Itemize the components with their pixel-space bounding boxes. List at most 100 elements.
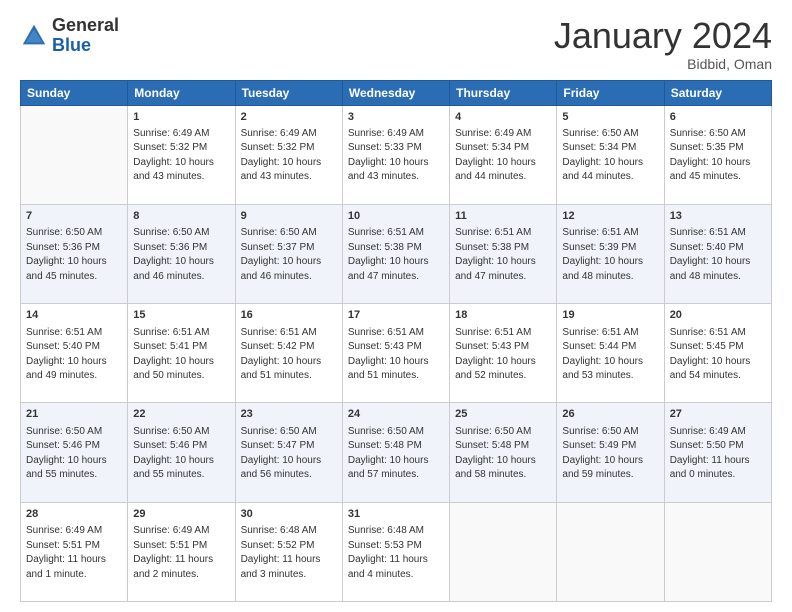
day-info: Sunrise: 6:50 AM Sunset: 5:48 PM Dayligh… — [348, 425, 444, 483]
calendar-table: SundayMondayTuesdayWednesdayThursdayFrid… — [20, 80, 772, 602]
day-cell: 31Sunrise: 6:48 AM Sunset: 5:53 PM Dayli… — [342, 502, 449, 601]
day-number: 23 — [241, 407, 337, 422]
day-cell: 12 Sunrise: 6:51 AM Sunset: 5:39 PM Dayli… — [557, 204, 664, 303]
day-number: 30 — [241, 507, 337, 522]
col-header-thursday: Thursday — [450, 80, 557, 105]
day-cell: 9 Sunrise: 6:50 AM Sunset: 5:37 PM Daylig… — [235, 204, 342, 303]
day-info: Sunrise: 6:49 AM Sunset: 5:32 PM Dayligh… — [133, 127, 229, 185]
day-info: Sunrise: 6:48 AM Sunset: 5:52 PM Dayligh… — [241, 524, 337, 582]
day-cell: 10Sunrise: 6:51 AM Sunset: 5:38 PM Dayli… — [342, 204, 449, 303]
day-cell: 19 Sunrise: 6:51 AM Sunset: 5:44 PM Dayli… — [557, 304, 664, 403]
day-cell: 14 Sunrise: 6:51 AM Sunset: 5:40 PM Dayli… — [21, 304, 128, 403]
day-info: Sunrise: 6:51 AM Sunset: 5:40 PM Dayligh… — [670, 226, 766, 284]
day-cell: 16 Sunrise: 6:51 AM Sunset: 5:42 PM Dayli… — [235, 304, 342, 403]
day-info: Sunrise: 6:51 AM Sunset: 5:41 PM Dayligh… — [133, 326, 229, 384]
day-number: 7 — [26, 209, 122, 224]
day-number: 24 — [348, 407, 444, 422]
day-number: 11 — [455, 209, 551, 224]
day-info: Sunrise: 6:50 AM Sunset: 5:47 PM Dayligh… — [241, 425, 337, 483]
day-cell: 8Sunrise: 6:50 AM Sunset: 5:36 PM Daylig… — [128, 204, 235, 303]
day-info: Sunrise: 6:51 AM Sunset: 5:42 PM Dayligh… — [241, 326, 337, 384]
week-row-1: 1 Sunrise: 6:49 AM Sunset: 5:32 PM Daylig… — [21, 105, 772, 204]
day-number: 20 — [670, 308, 766, 323]
day-number: 10 — [348, 209, 444, 224]
day-cell: 20Sunrise: 6:51 AM Sunset: 5:45 PM Dayli… — [664, 304, 771, 403]
day-cell: 23 Sunrise: 6:50 AM Sunset: 5:47 PM Dayli… — [235, 403, 342, 502]
week-row-2: 7 Sunrise: 6:50 AM Sunset: 5:36 PM Daylig… — [21, 204, 772, 303]
day-info: Sunrise: 6:50 AM Sunset: 5:36 PM Dayligh… — [133, 226, 229, 284]
day-cell: 27 Sunrise: 6:49 AM Sunset: 5:50 PM Dayli… — [664, 403, 771, 502]
day-number: 3 — [348, 110, 444, 125]
day-cell: 22 Sunrise: 6:50 AM Sunset: 5:46 PM Dayli… — [128, 403, 235, 502]
col-header-friday: Friday — [557, 80, 664, 105]
col-header-monday: Monday — [128, 80, 235, 105]
day-number: 25 — [455, 407, 551, 422]
page: General Blue January 2024 Bidbid, Oman S… — [0, 0, 792, 612]
day-info: Sunrise: 6:49 AM Sunset: 5:50 PM Dayligh… — [670, 425, 766, 483]
day-cell — [21, 105, 128, 204]
day-number: 2 — [241, 110, 337, 125]
day-number: 18 — [455, 308, 551, 323]
day-number: 28 — [26, 507, 122, 522]
day-info: Sunrise: 6:51 AM Sunset: 5:43 PM Dayligh… — [348, 326, 444, 384]
day-cell: 5 Sunrise: 6:50 AM Sunset: 5:34 PM Daylig… — [557, 105, 664, 204]
day-cell: 18 Sunrise: 6:51 AM Sunset: 5:43 PM Dayli… — [450, 304, 557, 403]
col-header-sunday: Sunday — [21, 80, 128, 105]
logo-icon — [20, 22, 48, 50]
day-number: 9 — [241, 209, 337, 224]
day-info: Sunrise: 6:51 AM Sunset: 5:39 PM Dayligh… — [562, 226, 658, 284]
day-info: Sunrise: 6:49 AM Sunset: 5:32 PM Dayligh… — [241, 127, 337, 185]
day-info: Sunrise: 6:50 AM Sunset: 5:34 PM Dayligh… — [562, 127, 658, 185]
logo-general: General Blue — [52, 16, 119, 56]
day-info: Sunrise: 6:50 AM Sunset: 5:46 PM Dayligh… — [133, 425, 229, 483]
day-number: 15 — [133, 308, 229, 323]
day-cell — [664, 502, 771, 601]
day-info: Sunrise: 6:51 AM Sunset: 5:44 PM Dayligh… — [562, 326, 658, 384]
week-row-4: 21Sunrise: 6:50 AM Sunset: 5:46 PM Dayli… — [21, 403, 772, 502]
day-cell: 3 Sunrise: 6:49 AM Sunset: 5:33 PM Daylig… — [342, 105, 449, 204]
day-number: 1 — [133, 110, 229, 125]
day-number: 19 — [562, 308, 658, 323]
day-info: Sunrise: 6:49 AM Sunset: 5:51 PM Dayligh… — [26, 524, 122, 582]
day-info: Sunrise: 6:49 AM Sunset: 5:33 PM Dayligh… — [348, 127, 444, 185]
day-info: Sunrise: 6:50 AM Sunset: 5:49 PM Dayligh… — [562, 425, 658, 483]
day-cell: 2 Sunrise: 6:49 AM Sunset: 5:32 PM Daylig… — [235, 105, 342, 204]
col-header-tuesday: Tuesday — [235, 80, 342, 105]
day-info: Sunrise: 6:50 AM Sunset: 5:35 PM Dayligh… — [670, 127, 766, 185]
day-number: 14 — [26, 308, 122, 323]
col-header-wednesday: Wednesday — [342, 80, 449, 105]
day-number: 27 — [670, 407, 766, 422]
day-cell — [450, 502, 557, 601]
day-number: 16 — [241, 308, 337, 323]
day-number: 12 — [562, 209, 658, 224]
day-info: Sunrise: 6:49 AM Sunset: 5:34 PM Dayligh… — [455, 127, 551, 185]
day-info: Sunrise: 6:50 AM Sunset: 5:46 PM Dayligh… — [26, 425, 122, 483]
week-row-3: 14 Sunrise: 6:51 AM Sunset: 5:40 PM Dayli… — [21, 304, 772, 403]
day-cell: 24 Sunrise: 6:50 AM Sunset: 5:48 PM Dayli… — [342, 403, 449, 502]
day-number: 29 — [133, 507, 229, 522]
day-cell: 26Sunrise: 6:50 AM Sunset: 5:49 PM Dayli… — [557, 403, 664, 502]
day-cell: 1 Sunrise: 6:49 AM Sunset: 5:32 PM Daylig… — [128, 105, 235, 204]
day-cell: 29Sunrise: 6:49 AM Sunset: 5:51 PM Dayli… — [128, 502, 235, 601]
col-header-saturday: Saturday — [664, 80, 771, 105]
day-info: Sunrise: 6:50 AM Sunset: 5:48 PM Dayligh… — [455, 425, 551, 483]
day-number: 4 — [455, 110, 551, 125]
day-cell — [557, 502, 664, 601]
day-cell: 25 Sunrise: 6:50 AM Sunset: 5:48 PM Dayli… — [450, 403, 557, 502]
day-info: Sunrise: 6:50 AM Sunset: 5:36 PM Dayligh… — [26, 226, 122, 284]
title-block: January 2024 Bidbid, Oman — [554, 16, 772, 72]
day-info: Sunrise: 6:48 AM Sunset: 5:53 PM Dayligh… — [348, 524, 444, 582]
calendar-subtitle: Bidbid, Oman — [554, 56, 772, 72]
day-number: 13 — [670, 209, 766, 224]
logo: General Blue — [20, 16, 119, 56]
day-cell: 21Sunrise: 6:50 AM Sunset: 5:46 PM Dayli… — [21, 403, 128, 502]
day-number: 5 — [562, 110, 658, 125]
calendar-title: January 2024 — [554, 16, 772, 56]
day-number: 6 — [670, 110, 766, 125]
day-info: Sunrise: 6:51 AM Sunset: 5:43 PM Dayligh… — [455, 326, 551, 384]
day-info: Sunrise: 6:51 AM Sunset: 5:40 PM Dayligh… — [26, 326, 122, 384]
header: General Blue January 2024 Bidbid, Oman — [20, 16, 772, 72]
day-info: Sunrise: 6:50 AM Sunset: 5:37 PM Dayligh… — [241, 226, 337, 284]
day-number: 22 — [133, 407, 229, 422]
header-row: SundayMondayTuesdayWednesdayThursdayFrid… — [21, 80, 772, 105]
